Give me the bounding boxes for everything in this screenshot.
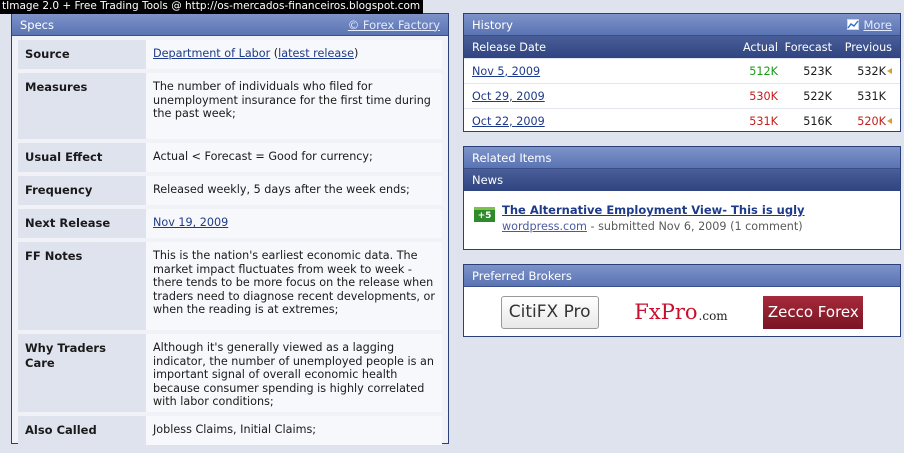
history-panel: History More Release Date Actual Forecas…: [463, 13, 901, 132]
history-column-headers: Release Date Actual Forecast Previous: [464, 36, 900, 58]
spec-value: Released weekly, 5 days after the week e…: [146, 176, 442, 205]
preferred-brokers-panel: Preferred Brokers CitiFX Pro FxPro .com Z…: [463, 264, 901, 337]
news-score-icon: +5: [474, 207, 495, 222]
history-header: History More: [464, 14, 900, 36]
spec-value: Nov 19, 2009: [146, 209, 442, 238]
forecast-value: 523K: [803, 64, 832, 78]
related-title: Related Items: [472, 150, 552, 165]
spec-row-measures: Measures The number of individuals who f…: [18, 73, 442, 139]
release-date-link[interactable]: Nov 5, 2009: [472, 65, 540, 78]
spec-row-usual-effect: Usual Effect Actual < Forecast = Good fo…: [18, 143, 442, 172]
spec-row-next-release: Next Release Nov 19, 2009: [18, 209, 442, 238]
table-row: Oct 22, 2009 531K 516K 520K: [464, 108, 900, 133]
citifx-pro-logo[interactable]: CitiFX Pro: [500, 295, 599, 329]
spec-label: Source: [18, 40, 146, 69]
spec-value: Although it's generally viewed as a lagg…: [146, 334, 442, 412]
previous-value: 532K: [832, 65, 892, 78]
revision-flag-icon: [887, 117, 892, 124]
spec-row-ff-notes: FF Notes This is the nation's earliest e…: [18, 242, 442, 330]
department-of-labor-link[interactable]: Department of Labor: [153, 47, 270, 60]
specs-title: Specs: [20, 17, 54, 32]
previous-value: 520K: [832, 115, 892, 128]
spec-label: Next Release: [18, 209, 146, 238]
chart-icon: [847, 19, 860, 30]
col-actual: Actual: [742, 40, 778, 54]
forecast-value: 516K: [803, 114, 832, 128]
spec-label: FF Notes: [18, 242, 146, 330]
news-source-link[interactable]: wordpress.com: [502, 220, 587, 233]
table-row: Nov 5, 2009 512K 523K 532K: [464, 58, 900, 83]
latest-release-link[interactable]: latest release: [278, 47, 354, 60]
specs-header: Specs © Forex Factory: [12, 14, 448, 36]
watermark-banner: tImage 2.0 + Free Trading Tools @ http:/…: [0, 0, 424, 14]
fxpro-logo[interactable]: FxPro .com: [631, 295, 730, 329]
spec-row-frequency: Frequency Released weekly, 5 days after …: [18, 176, 442, 205]
spec-label: Measures: [18, 73, 146, 139]
related-items-panel: Related Items News +5 The Alternative Em…: [463, 146, 901, 250]
news-meta: wordpress.com - submitted Nov 6, 2009 (1…: [502, 220, 803, 233]
spec-value: Department of Labor (latest release): [146, 40, 442, 69]
col-previous: Previous: [844, 40, 892, 54]
more-control[interactable]: More: [847, 18, 892, 32]
specs-panel: Specs © Forex Factory Source Department …: [11, 13, 449, 445]
spec-value: This is the nation's earliest economic d…: [146, 242, 442, 330]
actual-value: 531K: [749, 114, 778, 128]
spec-value: The number of individuals who filed for …: [146, 73, 442, 139]
next-release-link[interactable]: Nov 19, 2009: [153, 216, 228, 229]
spec-row-also-called: Also Called Jobless Claims, Initial Clai…: [18, 416, 442, 445]
forecast-value: 522K: [803, 89, 832, 103]
more-link[interactable]: More: [863, 18, 892, 32]
actual-value: 530K: [749, 89, 778, 103]
release-date-link[interactable]: Oct 22, 2009: [472, 115, 545, 128]
forex-factory-link[interactable]: © Forex Factory: [348, 18, 440, 32]
spec-label: Also Called: [18, 416, 146, 445]
col-release-date: Release Date: [472, 40, 547, 54]
spec-value: Jobless Claims, Initial Claims;: [146, 416, 442, 445]
related-header: Related Items: [464, 147, 900, 169]
brokers-title: Preferred Brokers: [472, 268, 572, 283]
spec-label: Why Traders Care: [18, 334, 146, 412]
zecco-forex-logo[interactable]: Zecco Forex: [763, 295, 864, 329]
col-forecast: Forecast: [784, 40, 832, 54]
news-title-link[interactable]: The Alternative Employment View- This is…: [502, 203, 805, 217]
list-item: +5 The Alternative Employment View- This…: [464, 191, 900, 233]
spec-row-source: Source Department of Labor (latest relea…: [18, 40, 442, 69]
previous-value: 531K: [857, 89, 886, 103]
news-subheader: News: [464, 169, 900, 191]
revision-flag-icon: [887, 67, 892, 74]
actual-value: 512K: [749, 64, 778, 78]
history-title: History: [472, 17, 513, 32]
spec-label: Usual Effect: [18, 143, 146, 172]
brokers-header: Preferred Brokers: [464, 265, 900, 287]
release-date-link[interactable]: Oct 29, 2009: [472, 90, 545, 103]
table-row: Oct 29, 2009 530K 522K 531K: [464, 83, 900, 108]
spec-label: Frequency: [18, 176, 146, 205]
spec-value: Actual < Forecast = Good for currency;: [146, 143, 442, 172]
spec-row-why-traders-care: Why Traders Care Although it's generally…: [18, 334, 442, 412]
